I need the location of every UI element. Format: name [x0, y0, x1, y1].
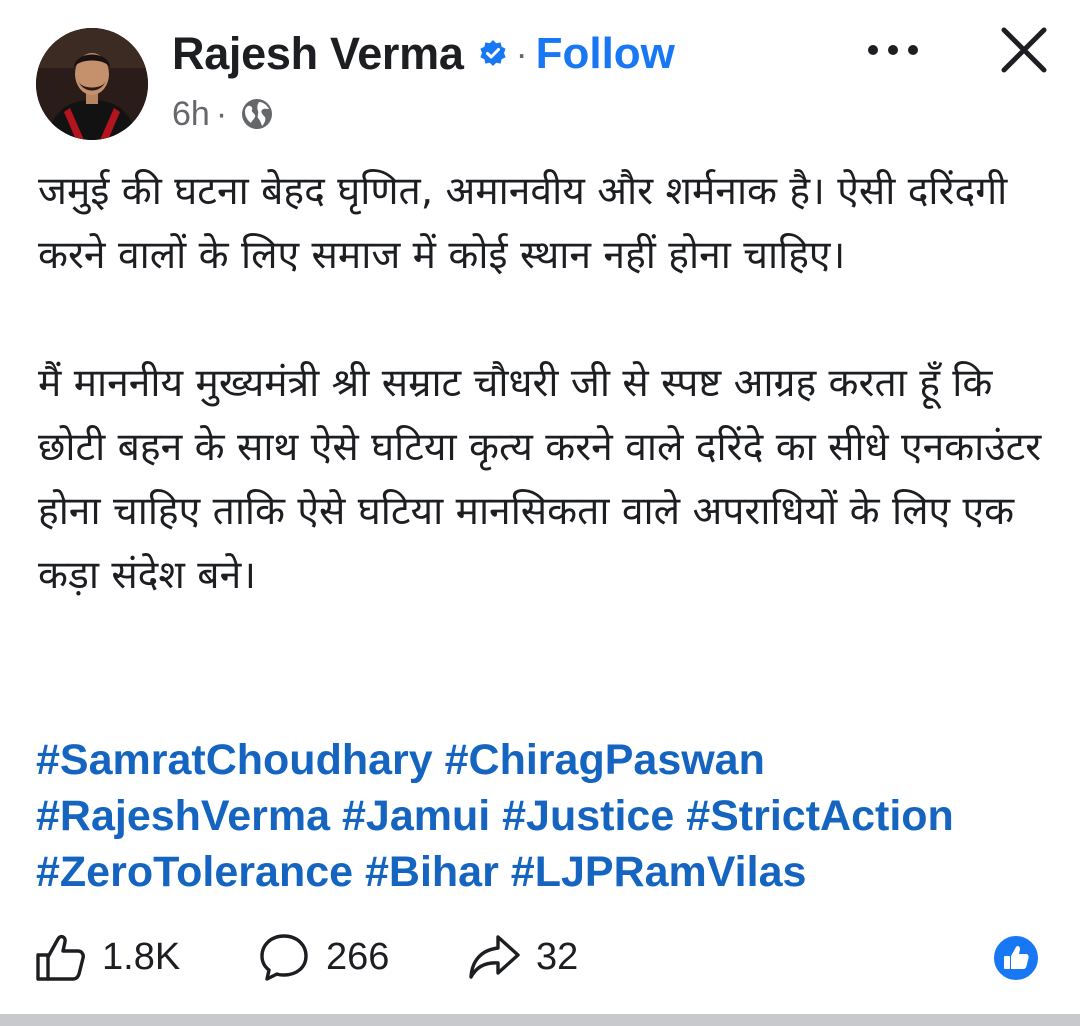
hashtag-list: #SamratChoudhary #ChiragPaswan #RajeshVe… — [36, 732, 1056, 900]
hashtag-link[interactable]: #Justice — [502, 792, 674, 840]
post-header: Rajesh Verma · Follow 6h · — [0, 0, 1080, 150]
verified-badge-icon — [478, 39, 508, 69]
action-bar: 1.8K 266 32 — [0, 922, 1080, 992]
close-button[interactable] — [996, 22, 1052, 78]
like-reaction-icon[interactable] — [992, 934, 1040, 982]
post-text: जमुई की घटना बेहद घृणित, अमानवीय और शर्म… — [38, 160, 1048, 608]
follow-button[interactable]: Follow — [536, 29, 675, 79]
hashtag-link[interactable]: #Jamui — [342, 792, 490, 840]
hashtag-link[interactable]: #SamratChoudhary — [36, 736, 433, 784]
share-arrow-icon — [466, 929, 522, 985]
post-paragraph: जमुई की घटना बेहद घृणित, अमानवीय और शर्म… — [38, 169, 1008, 278]
thumbs-up-icon — [32, 929, 88, 985]
comment-bubble-icon — [256, 929, 312, 985]
hashtag-link[interactable]: #RajeshVerma — [36, 792, 330, 840]
share-button[interactable]: 32 — [466, 928, 578, 986]
author-name[interactable]: Rajesh Verma — [172, 28, 464, 80]
like-count: 1.8K — [102, 935, 181, 978]
globe-icon[interactable] — [239, 96, 275, 132]
more-options-icon — [868, 45, 918, 55]
hashtag-link[interactable]: #LJPRamVilas — [511, 848, 807, 896]
close-icon — [1001, 27, 1047, 73]
share-count: 32 — [536, 935, 579, 978]
post-paragraph: मैं माननीय मुख्यमंत्री श्री सम्राट चौधरी… — [38, 361, 1042, 598]
comment-button[interactable]: 266 — [256, 928, 389, 986]
post-meta: 6h · — [172, 92, 275, 136]
meta-separator: · — [215, 94, 228, 133]
post-timestamp[interactable]: 6h — [172, 95, 210, 134]
hashtag-link[interactable]: #ChiragPaswan — [445, 736, 765, 784]
avatar-image — [36, 28, 148, 140]
hashtag-link[interactable]: #Bihar — [365, 848, 499, 896]
comment-count: 266 — [326, 935, 390, 978]
more-options-button[interactable] — [858, 30, 928, 70]
avatar[interactable] — [36, 28, 148, 140]
hashtag-link[interactable]: #ZeroTolerance — [36, 848, 353, 896]
hashtag-link[interactable]: #StrictAction — [686, 792, 954, 840]
name-separator: · — [515, 33, 528, 74]
author-row: Rajesh Verma · Follow — [172, 26, 675, 82]
like-button[interactable]: 1.8K — [32, 928, 180, 986]
bottom-divider — [0, 1014, 1080, 1026]
